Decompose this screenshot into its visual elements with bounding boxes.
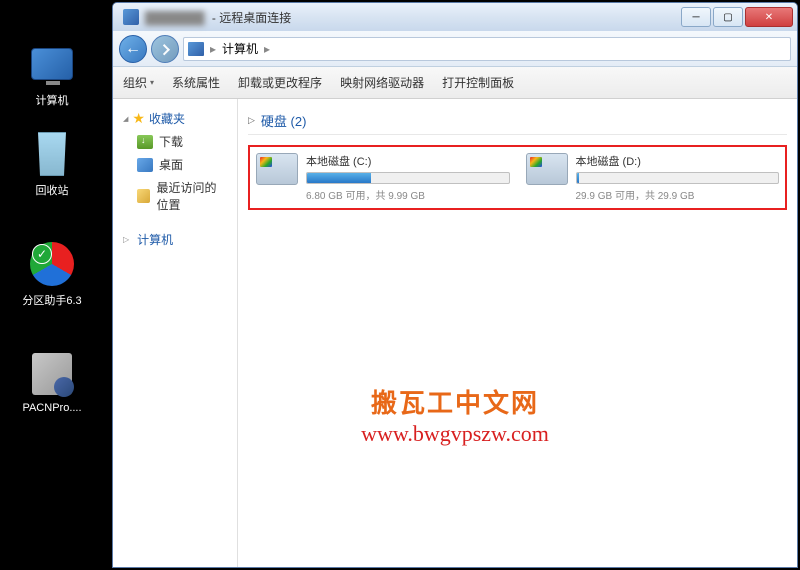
sidebar-label: 收藏夹: [149, 110, 185, 127]
icon-label: 回收站: [12, 182, 92, 198]
hard-drive-icon: [256, 153, 298, 185]
breadcrumb[interactable]: ▸ 计算机 ▸: [183, 37, 791, 61]
star-icon: ★: [132, 110, 145, 127]
recent-icon: [137, 189, 150, 203]
toolbar: 组织 系统属性 卸载或更改程序 映射网络驱动器 打开控制面板: [113, 67, 797, 99]
close-button[interactable]: ✕: [745, 7, 793, 27]
desktop-icon: [137, 158, 153, 172]
partition-assistant-icon: [30, 242, 74, 286]
drive-info: 本地磁盘 (D:) 29.9 GB 可用，共 29.9 GB: [576, 153, 780, 202]
drive-info: 本地磁盘 (C:) 6.80 GB 可用，共 9.99 GB: [306, 153, 510, 202]
breadcrumb-item[interactable]: 计算机: [222, 40, 258, 57]
sidebar-computer[interactable]: 计算机: [117, 228, 233, 251]
sidebar-recent[interactable]: 最近访问的位置: [117, 176, 233, 216]
sidebar-desktop[interactable]: 桌面: [117, 153, 233, 176]
recycle-bin-icon: [32, 132, 72, 176]
toolbar-uninstall[interactable]: 卸载或更改程序: [238, 74, 322, 91]
drive-name: 本地磁盘 (C:): [306, 153, 510, 169]
rdp-window: ███████ - 远程桌面连接 ─ ▢ ✕ ← ▸ 计算机 ▸: [112, 2, 798, 568]
title-ip: ███████: [145, 11, 205, 25]
section-title: 硬盘 (2): [261, 111, 307, 130]
sidebar-downloads[interactable]: 下载: [117, 130, 233, 153]
toolbar-map-drive[interactable]: 映射网络驱动器: [340, 74, 424, 91]
icon-label: 计算机: [12, 92, 92, 108]
drive-capacity-bar: [306, 172, 510, 184]
desktop: 计算机 回收站 分区助手6.3 PACNPro.... ███████ - 远程…: [0, 0, 800, 570]
title-text: 远程桌面连接: [219, 11, 291, 25]
navbar: ← ▸ 计算机 ▸: [113, 31, 797, 67]
desktop-icon-partition[interactable]: 分区助手6.3: [12, 240, 92, 308]
drives-section-header[interactable]: 硬盘 (2): [248, 107, 787, 135]
breadcrumb-sep: ▸: [264, 42, 270, 56]
hard-drive-icon: [526, 153, 568, 185]
desktop-icon-recycle[interactable]: 回收站: [12, 130, 92, 198]
content: ★ 收藏夹 下载 桌面 最近访问的位置: [113, 99, 797, 567]
pac-app-icon: [32, 353, 72, 395]
minimize-button[interactable]: ─: [681, 7, 711, 27]
sidebar-label: 下载: [159, 133, 183, 150]
maximize-button[interactable]: ▢: [713, 7, 743, 27]
window-title: ███████ - 远程桌面连接: [145, 9, 681, 26]
drives-highlight: 本地磁盘 (C:) 6.80 GB 可用，共 9.99 GB 本地磁盘 (D:)…: [248, 145, 787, 210]
main-pane: 硬盘 (2) 本地磁盘 (C:) 6.80 GB 可用，共 9.99 GB: [238, 99, 797, 567]
desktop-icon-computer[interactable]: 计算机: [12, 40, 92, 108]
drive-name: 本地磁盘 (D:): [576, 153, 780, 169]
watermark-url: www.bwgvpszw.com: [361, 421, 549, 447]
computer-breadcrumb-icon: [188, 42, 204, 56]
forward-button[interactable]: [151, 35, 179, 63]
download-icon: [137, 135, 153, 149]
drive-status: 29.9 GB 可用，共 29.9 GB: [576, 187, 780, 202]
breadcrumb-sep: ▸: [210, 42, 216, 56]
back-button[interactable]: ←: [119, 35, 147, 63]
titlebar[interactable]: ███████ - 远程桌面连接 ─ ▢ ✕: [113, 3, 797, 31]
rdp-icon: [123, 9, 139, 25]
desktop-icon-pac[interactable]: PACNPro....: [12, 350, 92, 414]
toolbar-properties[interactable]: 系统属性: [172, 74, 220, 91]
drive-capacity-bar: [576, 172, 780, 184]
sidebar-favorites[interactable]: ★ 收藏夹: [117, 107, 233, 130]
watermark-cn: 搬瓦工中文网: [371, 383, 539, 420]
explorer: ← ▸ 计算机 ▸ 组织 系统属性 卸载或更改程序 映射网络驱动器 打开控制面板: [113, 31, 797, 567]
sidebar: ★ 收藏夹 下载 桌面 最近访问的位置: [113, 99, 238, 567]
sidebar-label: 最近访问的位置: [156, 179, 227, 213]
drive-c[interactable]: 本地磁盘 (C:) 6.80 GB 可用，共 9.99 GB: [256, 153, 510, 202]
toolbar-organize[interactable]: 组织: [123, 74, 154, 91]
icon-label: 分区助手6.3: [12, 292, 92, 308]
sidebar-label: 计算机: [137, 231, 173, 248]
toolbar-control-panel[interactable]: 打开控制面板: [442, 74, 514, 91]
computer-icon: [31, 48, 73, 80]
drive-d[interactable]: 本地磁盘 (D:) 29.9 GB 可用，共 29.9 GB: [526, 153, 780, 202]
window-controls: ─ ▢ ✕: [681, 7, 793, 27]
icon-label: PACNPro....: [12, 402, 92, 414]
drive-status: 6.80 GB 可用，共 9.99 GB: [306, 187, 510, 202]
sidebar-label: 桌面: [159, 156, 183, 173]
